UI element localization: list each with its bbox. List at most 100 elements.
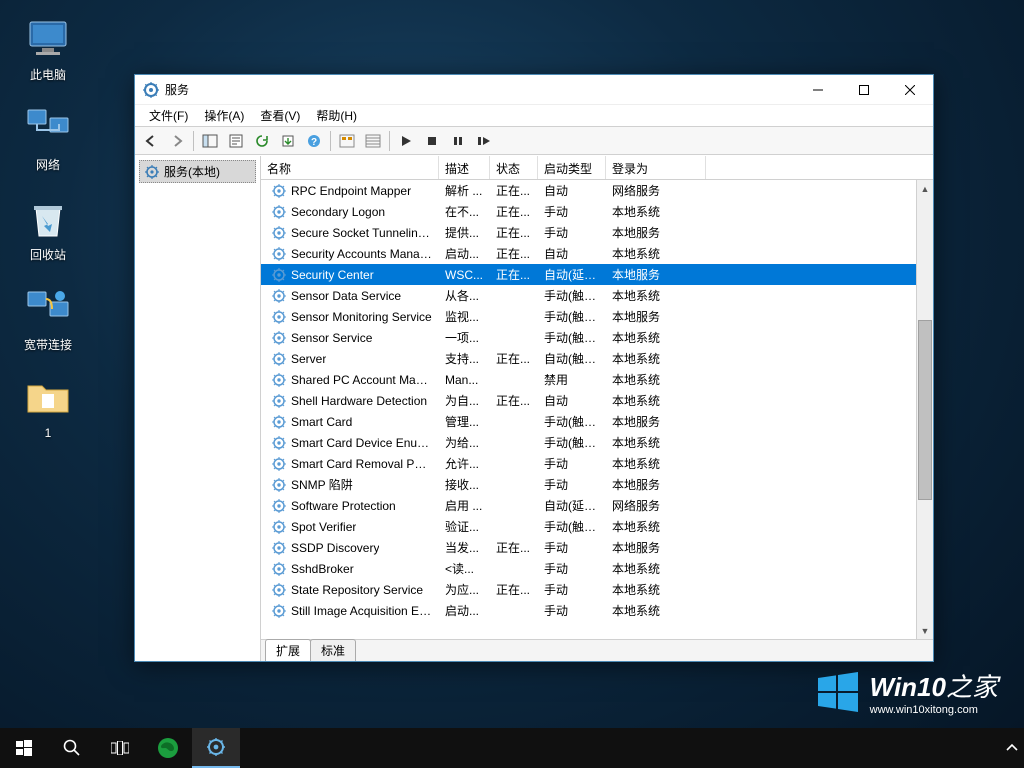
cell-name: Sensor Monitoring Service bbox=[261, 309, 439, 325]
stop-button[interactable] bbox=[420, 129, 444, 153]
cell-logon: 网络服务 bbox=[606, 497, 706, 514]
cell-logon: 本地系统 bbox=[606, 392, 706, 409]
task-view-button[interactable] bbox=[96, 728, 144, 768]
service-row[interactable]: Security Accounts Manag...启动...正在...自动本地… bbox=[261, 243, 933, 264]
service-row[interactable]: Secondary Logon在不...正在...手动本地系统 bbox=[261, 201, 933, 222]
cell-logon: 本地系统 bbox=[606, 581, 706, 598]
maximize-button[interactable] bbox=[841, 75, 887, 105]
service-row[interactable]: Software Protection启用 ...自动(延迟...网络服务 bbox=[261, 495, 933, 516]
cell-logon: 本地系统 bbox=[606, 371, 706, 388]
tree-item-services-local[interactable]: 服务(本地) bbox=[139, 160, 256, 183]
cell-desc: 为应... bbox=[439, 581, 490, 598]
cell-logon: 本地服务 bbox=[606, 224, 706, 241]
desktop-icon-label: 宽带连接 bbox=[10, 336, 86, 353]
service-row[interactable]: State Repository Service为应...正在...手动本地系统 bbox=[261, 579, 933, 600]
taskbar-services-button[interactable] bbox=[192, 728, 240, 768]
menu-item[interactable]: 查看(V) bbox=[252, 105, 308, 126]
service-row[interactable]: Smart Card Device Enum...为给...手动(触发...本地… bbox=[261, 432, 933, 453]
gear-icon bbox=[271, 414, 287, 430]
cell-startup: 手动(触发... bbox=[538, 287, 606, 304]
service-row[interactable]: Spot Verifier验证...手动(触发...本地系统 bbox=[261, 516, 933, 537]
desktop-icon-dialup[interactable]: 宽带连接 bbox=[10, 284, 86, 353]
service-row[interactable]: Sensor Monitoring Service监视...手动(触发...本地… bbox=[261, 306, 933, 327]
cell-startup: 手动 bbox=[538, 203, 606, 220]
watermark-url: www.win10xitong.com bbox=[870, 704, 998, 716]
tab-extended[interactable]: 扩展 bbox=[265, 639, 311, 661]
scroll-thumb[interactable] bbox=[918, 320, 932, 500]
dialup-icon bbox=[24, 284, 72, 332]
cell-startup: 手动 bbox=[538, 539, 606, 556]
service-row[interactable]: Smart Card Removal Poli...允许...手动本地系统 bbox=[261, 453, 933, 474]
cell-status: 正在... bbox=[490, 266, 538, 283]
cell-desc: Man... bbox=[439, 373, 490, 387]
cell-desc: 启动... bbox=[439, 245, 490, 262]
service-row[interactable]: SSDP Discovery当发...正在...手动本地服务 bbox=[261, 537, 933, 558]
column-header[interactable]: 描述 bbox=[439, 156, 490, 179]
start-button[interactable] bbox=[394, 129, 418, 153]
column-header[interactable]: 登录为 bbox=[606, 156, 706, 179]
minimize-button[interactable] bbox=[795, 75, 841, 105]
restart-button[interactable] bbox=[472, 129, 496, 153]
system-tray[interactable] bbox=[1006, 742, 1018, 754]
desktop-icon-recycle[interactable]: 回收站 bbox=[10, 194, 86, 263]
titlebar[interactable]: 服务 bbox=[135, 75, 933, 105]
scroll-down-icon[interactable]: ▼ bbox=[917, 622, 933, 639]
tab-standard[interactable]: 标准 bbox=[310, 639, 356, 661]
column-header[interactable]: 名称 bbox=[261, 156, 439, 179]
cell-desc: 允许... bbox=[439, 455, 490, 472]
cell-startup: 手动(触发... bbox=[538, 308, 606, 325]
show-hide-tree-button[interactable] bbox=[198, 129, 222, 153]
cell-status: 正在... bbox=[490, 581, 538, 598]
help-button[interactable]: ? bbox=[302, 129, 326, 153]
gear-icon bbox=[271, 498, 287, 514]
column-header[interactable]: 启动类型 bbox=[538, 156, 606, 179]
service-row[interactable]: Still Image Acquisition Ev...启动...手动本地系统 bbox=[261, 600, 933, 621]
service-row[interactable]: Shell Hardware Detection为自...正在...自动本地系统 bbox=[261, 390, 933, 411]
gear-icon bbox=[271, 393, 287, 409]
column-header[interactable]: 状态 bbox=[490, 156, 538, 179]
cell-status: 正在... bbox=[490, 182, 538, 199]
tray-chevron-icon[interactable] bbox=[1006, 742, 1018, 754]
tree-pane: 服务(本地) bbox=[135, 156, 261, 661]
windows-logo-icon bbox=[816, 670, 860, 714]
cell-name: Security Accounts Manag... bbox=[261, 246, 439, 262]
menu-item[interactable]: 操作(A) bbox=[196, 105, 252, 126]
refresh-button[interactable] bbox=[250, 129, 274, 153]
service-row[interactable]: Shared PC Account Mana...Man...禁用本地系统 bbox=[261, 369, 933, 390]
taskbar-edge-button[interactable] bbox=[144, 728, 192, 768]
cell-desc: 从各... bbox=[439, 287, 490, 304]
desktop-icon-network[interactable]: 网络 bbox=[10, 104, 86, 173]
export-button[interactable] bbox=[276, 129, 300, 153]
cell-logon: 本地系统 bbox=[606, 560, 706, 577]
desktop-icon-pc[interactable]: 此电脑 bbox=[10, 14, 86, 83]
service-row[interactable]: Server支持...正在...自动(触发...本地系统 bbox=[261, 348, 933, 369]
menu-item[interactable]: 文件(F) bbox=[141, 105, 196, 126]
cell-startup: 手动(触发... bbox=[538, 413, 606, 430]
start-menu-button[interactable] bbox=[0, 728, 48, 768]
large-icons-button[interactable] bbox=[335, 129, 359, 153]
search-button[interactable] bbox=[48, 728, 96, 768]
service-row[interactable]: Secure Socket Tunneling ...提供...正在...手动本… bbox=[261, 222, 933, 243]
service-row[interactable]: SshdBroker<读...手动本地系统 bbox=[261, 558, 933, 579]
pause-button[interactable] bbox=[446, 129, 470, 153]
desktop-icon-label: 此电脑 bbox=[10, 66, 86, 83]
service-row[interactable]: Sensor Service一项...手动(触发...本地系统 bbox=[261, 327, 933, 348]
service-row[interactable]: Smart Card管理...手动(触发...本地服务 bbox=[261, 411, 933, 432]
cell-startup: 自动 bbox=[538, 392, 606, 409]
service-row[interactable]: RPC Endpoint Mapper解析 ...正在...自动网络服务 bbox=[261, 180, 933, 201]
service-row[interactable]: Security CenterWSC...正在...自动(延迟...本地服务 bbox=[261, 264, 933, 285]
back-button[interactable] bbox=[139, 129, 163, 153]
cell-name: Software Protection bbox=[261, 498, 439, 514]
properties-button[interactable] bbox=[224, 129, 248, 153]
details-button[interactable] bbox=[361, 129, 385, 153]
service-row[interactable]: SNMP 陷阱接收...手动本地服务 bbox=[261, 474, 933, 495]
close-button[interactable] bbox=[887, 75, 933, 105]
desktop-icon-folder[interactable]: 1 bbox=[10, 374, 86, 440]
cell-logon: 本地服务 bbox=[606, 539, 706, 556]
service-row[interactable]: Sensor Data Service从各...手动(触发...本地系统 bbox=[261, 285, 933, 306]
forward-button[interactable] bbox=[165, 129, 189, 153]
watermark-brand: Win10 bbox=[870, 672, 946, 702]
vertical-scrollbar[interactable]: ▲ ▼ bbox=[916, 180, 933, 639]
scroll-up-icon[interactable]: ▲ bbox=[917, 180, 933, 197]
menu-item[interactable]: 帮助(H) bbox=[308, 105, 365, 126]
